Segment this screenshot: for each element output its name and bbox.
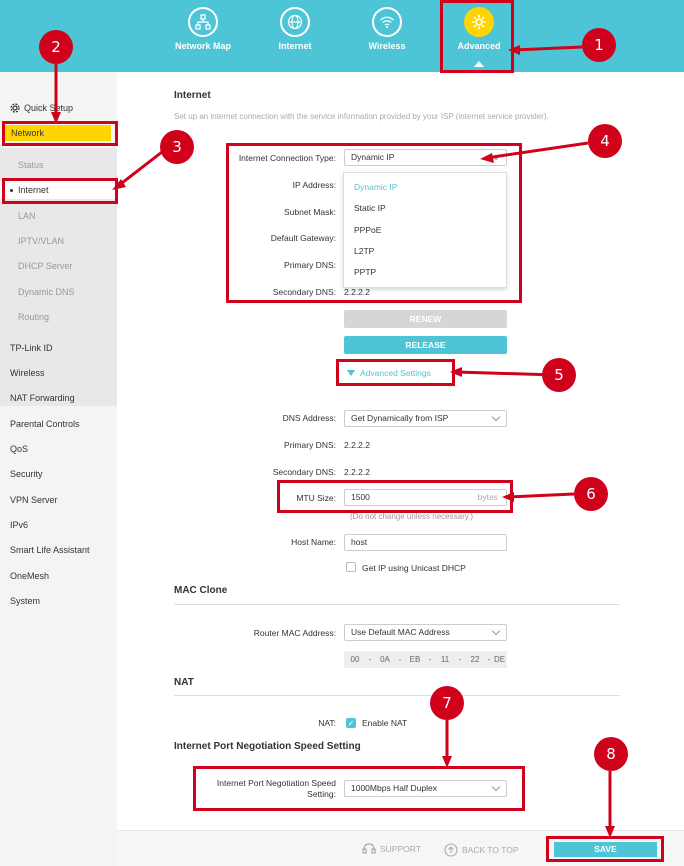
sidebar-item-smart-life[interactable]: Smart Life Assistant: [10, 545, 90, 555]
mac-segment: 11: [434, 651, 456, 668]
sidebar-item-vpn-server[interactable]: VPN Server: [10, 495, 58, 505]
annotation-box-network: [2, 121, 118, 146]
callout-number: 1: [582, 28, 616, 62]
mac-separator: -: [426, 651, 434, 668]
mac-segment: DE: [492, 651, 507, 668]
sidebar-subitem-routing[interactable]: Routing: [18, 312, 49, 322]
sidebar-subitem-status[interactable]: Status: [18, 160, 44, 170]
release-button[interactable]: RELEASE: [344, 336, 507, 354]
back-to-top-link[interactable]: BACK TO TOP: [444, 843, 519, 857]
label-dns-address: DNS Address:: [282, 413, 336, 423]
annotation-box-mtu: [277, 480, 513, 513]
sidebar-subitem-lan[interactable]: LAN: [18, 211, 36, 221]
label-nat: NAT:: [318, 718, 336, 728]
section-title-internet: Internet: [174, 90, 211, 101]
nav-label: Internet: [278, 41, 312, 51]
chevron-down-icon: [491, 626, 501, 636]
sidebar-item-nat-forwarding[interactable]: NAT Forwarding: [10, 393, 75, 403]
callout-number: 3: [160, 130, 194, 164]
sidebar-item-qos[interactable]: QoS: [10, 444, 28, 454]
section-hint: Set up an internet connection with the s…: [174, 112, 549, 121]
dns-address-select[interactable]: Get Dynamically from ISP: [344, 410, 507, 427]
unicast-dhcp-label: Get IP using Unicast DHCP: [362, 563, 466, 573]
mac-separator: -: [366, 651, 374, 668]
renew-button[interactable]: RENEW: [344, 310, 507, 328]
value-adv-secondary-dns: 2.2.2.2: [344, 467, 370, 477]
sidebar-subitem-dhcp[interactable]: DHCP Server: [18, 261, 72, 271]
sidebar-item-parental-controls[interactable]: Parental Controls: [10, 419, 80, 429]
annotation-box-advanced: [440, 0, 514, 73]
select-value: Get Dynamically from ISP: [351, 413, 449, 423]
sidebar-item-quick-setup[interactable]: Quick Setup: [10, 103, 73, 113]
sidebar-item-label: Quick Setup: [24, 103, 74, 113]
sidebar-item-wireless[interactable]: Wireless: [10, 368, 45, 378]
mac-segment: EB: [404, 651, 426, 668]
sidebar-item-onemesh[interactable]: OneMesh: [10, 571, 49, 581]
section-divider: [174, 604, 620, 605]
annotation-box-connection: [226, 143, 522, 303]
annotation-box-speed: [193, 766, 525, 811]
nat-checkbox[interactable]: ✓: [346, 718, 356, 728]
value-adv-primary-dns: 2.2.2.2: [344, 440, 370, 450]
router-mac-select[interactable]: Use Default MAC Address: [344, 624, 507, 641]
mac-segment: 22: [464, 651, 486, 668]
callout-number: 7: [430, 686, 464, 720]
callout-number: 8: [594, 737, 628, 771]
network-map-icon: [188, 7, 218, 37]
mac-segment: 00: [344, 651, 366, 668]
annotation-box-internet: [2, 178, 118, 204]
unicast-dhcp-checkbox[interactable]: [346, 562, 356, 572]
nav-internet[interactable]: Internet: [258, 0, 332, 72]
label-router-mac: Router MAC Address:: [253, 628, 336, 638]
nav-label: Wireless: [368, 41, 406, 51]
sidebar-item-ipv6[interactable]: IPv6: [10, 520, 28, 530]
globe-icon: [280, 7, 310, 37]
section-title-nat: NAT: [174, 677, 194, 688]
mac-segment: 0A: [374, 651, 396, 668]
annotation-box-save: [546, 836, 664, 862]
arrow-up-icon: [444, 843, 458, 857]
sidebar-subitem-ddns[interactable]: Dynamic DNS: [18, 287, 75, 297]
back-to-top-label: BACK TO TOP: [462, 845, 519, 855]
top-navigation: Network Map Internet Wireless Advanced: [0, 0, 684, 72]
section-divider: [174, 695, 620, 696]
nav-label: Network Map: [174, 41, 231, 51]
sidebar-item-system[interactable]: System: [10, 596, 40, 606]
support-label: SUPPORT: [380, 844, 421, 854]
callout-number: 5: [542, 358, 576, 392]
host-name-input[interactable]: host: [344, 534, 507, 551]
nat-checkbox-label: Enable NAT: [362, 718, 408, 728]
mac-separator: -: [456, 651, 464, 668]
callout-number: 2: [39, 30, 73, 64]
sidebar-item-tplink-id[interactable]: TP-Link ID: [10, 343, 53, 353]
sidebar-item-security[interactable]: Security: [10, 469, 43, 479]
sidebar-subitem-iptv[interactable]: IPTV/VLAN: [18, 236, 64, 246]
gear-icon: [10, 103, 20, 113]
mac-separator: -: [396, 651, 404, 668]
nav-wireless[interactable]: Wireless: [350, 0, 424, 72]
label-adv-secondary-dns: Secondary DNS:: [272, 467, 336, 477]
chevron-down-icon: [491, 412, 501, 422]
section-title-mac-clone: MAC Clone: [174, 585, 228, 596]
section-title-speed: Internet Port Negotiation Speed Setting: [174, 741, 361, 752]
nav-network-map[interactable]: Network Map: [166, 0, 240, 72]
label-host-name: Host Name:: [291, 537, 336, 547]
mtu-hint: (Do not change unless necessary.): [350, 512, 474, 521]
support-link[interactable]: SUPPORT: [362, 843, 421, 855]
annotation-box-advanced-settings: [336, 359, 455, 386]
wifi-icon: [372, 7, 402, 37]
headset-icon: [362, 843, 376, 854]
label-adv-primary-dns: Primary DNS:: [284, 440, 336, 450]
callout-number: 4: [588, 124, 622, 158]
select-value: Use Default MAC Address: [351, 627, 450, 637]
callout-number: 6: [574, 477, 608, 511]
